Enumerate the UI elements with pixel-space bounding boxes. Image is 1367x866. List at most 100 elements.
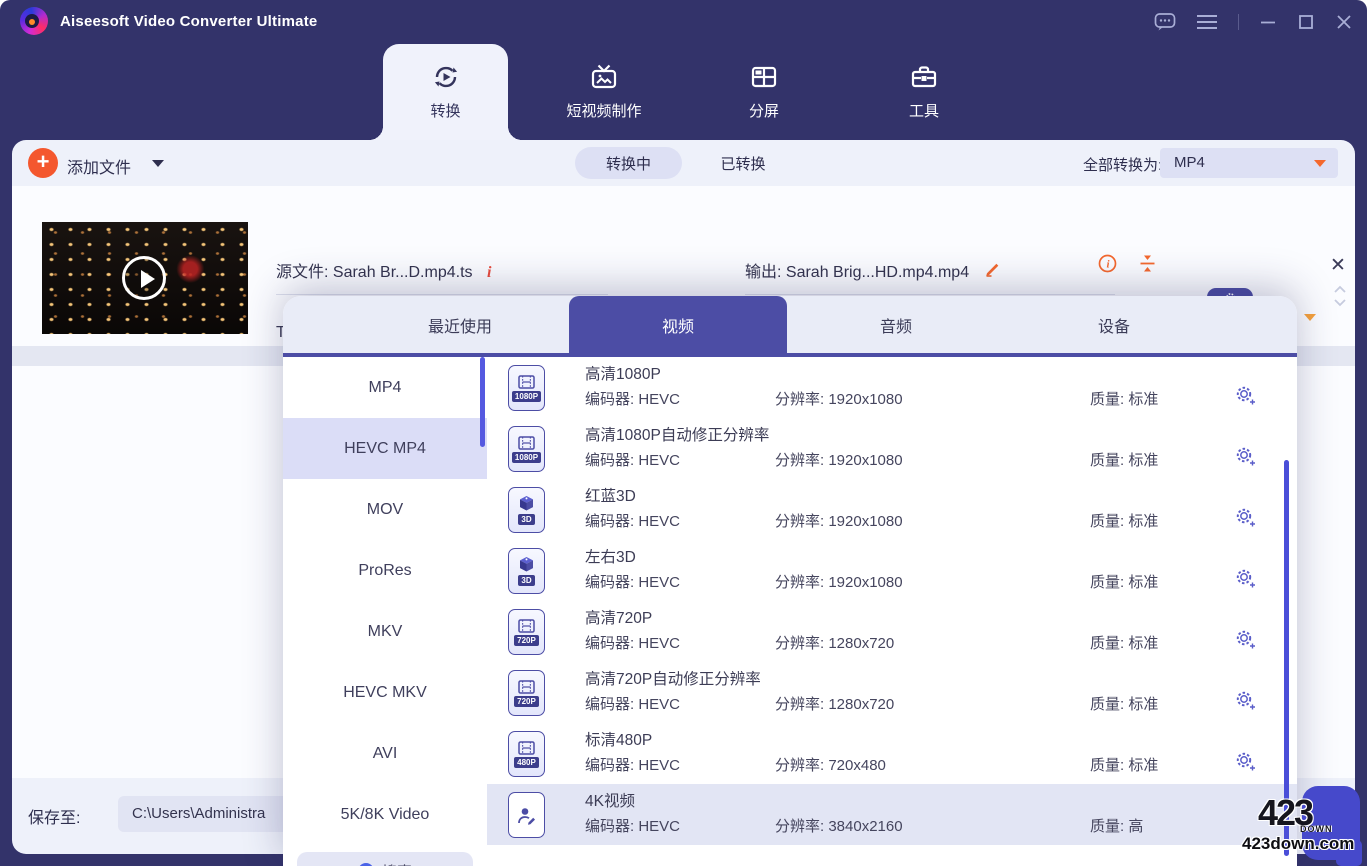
preset-icon-badge: 1080P [512,452,541,463]
close-button[interactable] [1335,13,1353,31]
app-window: Aiseesoft Video Converter Ultimate [0,0,1367,866]
preset-quality: 质量: 标准 [1090,510,1158,531]
output-info-icon[interactable]: i [1098,254,1117,278]
preset-settings-button[interactable] [1235,568,1256,594]
tab-split-screen[interactable]: 分屏 [684,44,844,140]
format-label: HEVC MKV [343,684,427,702]
filter-tab-converted[interactable]: 已转换 [698,147,788,179]
tab-audio[interactable]: 音频 [787,296,1005,353]
sidebar-format-item[interactable]: 5K/8K Video [283,784,487,845]
preset-title: 左右3D [585,545,636,567]
sidebar-format-item[interactable]: HEVC MKV [283,662,487,723]
preset-list-scrollbar[interactable] [1284,460,1289,856]
add-file-button[interactable]: 添加文件 [67,154,131,178]
source-info-icon[interactable]: i [487,264,491,281]
preset-encoder: 编码器: HEVC [585,754,680,775]
format-label: ProRes [358,562,411,580]
minimize-button[interactable] [1259,13,1277,31]
preset-settings-button[interactable] [1235,385,1256,411]
add-file-caret-icon[interactable] [152,160,164,167]
preset-encoder: 编码器: HEVC [585,693,680,714]
preset-settings-button[interactable] [1235,751,1256,777]
preset-title: 红蓝3D [585,484,636,506]
preset-row[interactable]: 3D 左右3D 编码器: HEVC 分辨率: 1920x1080 质量: 标准 [487,540,1297,601]
cube-3d-icon [518,495,535,512]
maximize-button[interactable] [1297,13,1315,31]
sidebar-format-item[interactable]: MP4 [283,357,487,418]
preset-row[interactable]: 1080P 高清1080P 编码器: HEVC 分辨率: 1920x1080 质… [487,357,1297,418]
preset-title: 4K视频 [585,789,635,811]
tab-short-video-maker[interactable]: 短视频制作 [524,44,684,140]
sidebar-format-item[interactable]: MOV [283,479,487,540]
rename-icon[interactable] [984,264,1001,281]
search-label: 搜索 [382,861,412,866]
format-label: HEVC MP4 [344,440,426,458]
preset-quality: 质量: 标准 [1090,632,1158,653]
preset-resolution: 分辨率: 1920x1080 [775,449,903,470]
tab-video[interactable]: 视频 [569,296,787,353]
preset-quality: 质量: 标准 [1090,693,1158,714]
preset-row[interactable]: 1080P 高清1080P自动修正分辨率 编码器: HEVC 分辨率: 1920… [487,418,1297,479]
format-badge-caret-icon[interactable] [1304,314,1316,321]
tab-recent[interactable]: 最近使用 [351,296,569,353]
sidebar-format-item[interactable]: AVI [283,723,487,784]
preset-row[interactable]: 4K视频 编码器: HEVC 分辨率: 3840x2160 质量: 高 ✕ [487,784,1297,845]
remove-file-button[interactable]: ✕ [1330,254,1346,277]
toolbox-icon [910,63,938,91]
format-picker-popup: 最近使用 视频 音频 设备 MP4 HEVC MP4 MOV ProR [283,296,1297,866]
preset-row[interactable]: 480P 标清480P 编码器: HEVC 分辨率: 720x480 质量: 标… [487,723,1297,784]
format-sidebar: MP4 HEVC MP4 MOV ProRes MKV [283,357,487,866]
preset-icon: 720P [508,609,545,655]
preset-resolution: 分辨率: 1920x1080 [775,571,903,592]
reorder-buttons[interactable] [1332,282,1348,317]
sidebar-format-item[interactable]: HEVC MP4 [283,418,487,479]
tab-toolbox[interactable]: 工具 [844,44,1004,140]
feedback-icon[interactable] [1154,12,1176,32]
play-button[interactable] [122,256,166,300]
tab-device[interactable]: 设备 [1005,296,1223,353]
preset-settings-button[interactable] [1235,690,1256,716]
cube-3d-icon [518,556,535,573]
tab-convert[interactable]: 转换 [383,44,508,140]
preset-icon-badge: 720P [514,696,539,707]
tab-label: 分屏 [749,100,779,121]
format-label: MP4 [369,379,402,397]
split-screen-icon [750,63,778,91]
output-label: 输出: [745,264,781,281]
preset-encoder: 编码器: HEVC [585,815,680,836]
film-icon [518,741,535,755]
film-icon [518,680,535,694]
preset-settings-button[interactable] [1235,629,1256,655]
preset-settings-button[interactable] [1235,446,1256,472]
format-tabs: 最近使用 视频 音频 设备 [283,296,1297,353]
preset-icon: 3D [508,548,545,594]
video-thumbnail[interactable] [42,222,248,334]
preset-row[interactable]: 3D 红蓝3D 编码器: HEVC 分辨率: 1920x1080 质量: 标准 [487,479,1297,540]
compress-icon[interactable] [1139,254,1156,278]
sidebar-scrollbar[interactable] [480,357,485,447]
preset-row[interactable]: 720P 高清720P 编码器: HEVC 分辨率: 1280x720 质量: … [487,601,1297,662]
format-label: MKV [368,623,403,641]
add-file-plus-icon[interactable]: + [28,148,58,178]
preset-icon: 480P [508,731,545,777]
sidebar-format-item[interactable]: MKV [283,601,487,662]
convert-all-dropdown[interactable]: MP4 [1160,148,1338,178]
filter-tab-converting[interactable]: 转换中 [575,147,682,179]
format-label: AVI [373,745,398,763]
preset-row[interactable]: 720P 高清720P自动修正分辨率 编码器: HEVC 分辨率: 1280x7… [487,662,1297,723]
preset-quality: 质量: 标准 [1090,754,1158,775]
svg-text:i: i [1106,259,1110,271]
format-search-pill[interactable]: 搜索 [297,852,473,866]
preset-icon-badge: 720P [514,635,539,646]
preset-icon: 3D [508,487,545,533]
tv-media-icon [590,63,618,91]
preset-encoder: 编码器: HEVC [585,632,680,653]
preset-resolution: 分辨率: 720x480 [775,754,886,775]
preset-settings-button[interactable] [1235,507,1256,533]
preset-icon-badge: 3D [518,514,534,525]
sidebar-format-item[interactable]: ProRes [283,540,487,601]
menu-icon[interactable] [1196,14,1218,30]
output-filename: Sarah Brig...HD.mp4.mp4 [786,264,969,281]
tab-label: 转换 [430,100,460,121]
preset-icon: 720P [508,670,545,716]
